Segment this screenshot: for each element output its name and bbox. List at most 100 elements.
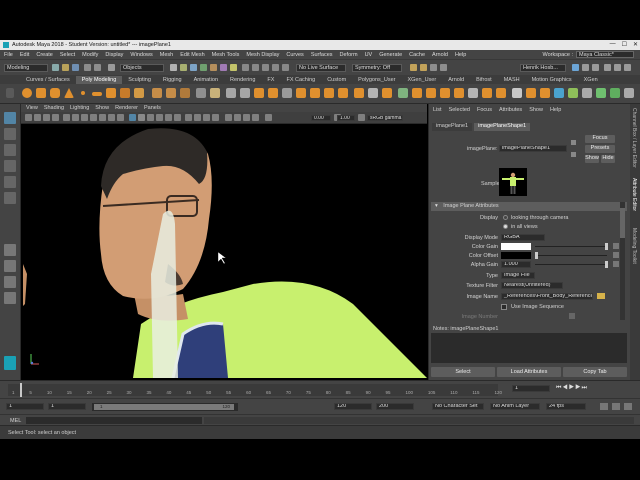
- render-settings-icon[interactable]: [430, 64, 437, 71]
- viewport-persp[interactable]: [23, 124, 427, 378]
- shelf-extra-icon[interactable]: [624, 88, 634, 98]
- shelf-tab-polygons-user[interactable]: Polygons_User: [352, 76, 401, 84]
- redo-icon[interactable]: [94, 64, 101, 71]
- ae-menu-focus[interactable]: Focus: [477, 107, 492, 115]
- snap-grid-icon[interactable]: [242, 64, 249, 71]
- menu-arnold[interactable]: Arnold: [432, 52, 448, 58]
- menu-help[interactable]: Help: [455, 52, 466, 58]
- bevel-icon[interactable]: [254, 88, 264, 98]
- move-tool-icon[interactable]: [4, 160, 16, 172]
- viewport-menu-renderer[interactable]: Renderer: [115, 105, 138, 111]
- color-offset-swatch[interactable]: [501, 252, 531, 259]
- user-account-dropdown[interactable]: Henrik Hosb...: [520, 64, 566, 72]
- modeling-toolkit-icon[interactable]: [582, 64, 589, 71]
- persp-outliner-layout-icon[interactable]: [4, 276, 16, 288]
- shelf-tab-custom[interactable]: Custom: [321, 76, 352, 84]
- boolean-icon[interactable]: [196, 88, 206, 98]
- poly-cube-icon[interactable]: [36, 88, 46, 98]
- time-slider[interactable]: 1 5 10 15 20 25 30 35 40 45 50 55 60 65 …: [0, 380, 640, 398]
- safe-action-icon[interactable]: [108, 114, 115, 121]
- shelf-tab-xgen-user[interactable]: XGen_User: [401, 76, 442, 84]
- scale-tool-icon[interactable]: [4, 192, 16, 204]
- ae-scrollbar-thumb[interactable]: [620, 208, 625, 238]
- ae-menu-show[interactable]: Show: [529, 107, 543, 115]
- select-rendering-icon[interactable]: [230, 64, 237, 71]
- shelf-tab-rendering[interactable]: Rendering: [224, 76, 261, 84]
- wireframe-shading-icon[interactable]: [129, 114, 136, 121]
- select-by-hierarchy-icon[interactable]: [108, 64, 115, 71]
- smooth-shade-icon[interactable]: [568, 88, 578, 98]
- color-offset-map-icon[interactable]: [613, 252, 619, 258]
- ae-tab-imageplaneshape1[interactable]: imagePlaneShape1: [474, 123, 531, 131]
- bridge-icon[interactable]: [240, 88, 250, 98]
- safe-title-icon[interactable]: [117, 114, 124, 121]
- show-button[interactable]: Show: [585, 155, 599, 163]
- shelf-tab-bifrost[interactable]: Bifrost: [470, 76, 498, 84]
- color-management-icon[interactable]: [358, 114, 365, 121]
- ipr-render-icon[interactable]: [420, 64, 427, 71]
- menu-mesh-display[interactable]: Mesh Display: [246, 52, 279, 58]
- menuset-dropdown[interactable]: Modeling: [4, 64, 48, 72]
- sew-uv-icon[interactable]: [496, 88, 506, 98]
- shelf-tab-rigging[interactable]: Rigging: [157, 76, 188, 84]
- channel-box-tab[interactable]: Channel Box / Layer Editor: [631, 108, 637, 168]
- rotate-tool-icon[interactable]: [4, 176, 16, 188]
- go-to-input-icon[interactable]: [571, 140, 576, 145]
- persp-graph-layout-icon[interactable]: [4, 292, 16, 304]
- poly-disc-icon[interactable]: [106, 88, 116, 98]
- select-joints-icon[interactable]: [180, 64, 187, 71]
- alpha-gain-map-icon[interactable]: [613, 261, 619, 267]
- append-to-poly-icon[interactable]: [268, 88, 278, 98]
- save-scene-icon[interactable]: [72, 64, 79, 71]
- loop-icon[interactable]: [612, 403, 620, 410]
- make-live-icon[interactable]: [282, 64, 289, 71]
- mel-input[interactable]: [26, 417, 202, 424]
- xray-joints-icon[interactable]: [243, 114, 250, 121]
- color-gain-slider[interactable]: [535, 246, 607, 247]
- separate-icon[interactable]: [166, 88, 176, 98]
- menu-mesh-tools[interactable]: Mesh Tools: [212, 52, 240, 58]
- playback-end-field[interactable]: 120: [334, 403, 372, 410]
- live-surface-field[interactable]: No Live Surface: [296, 64, 346, 72]
- use-image-sequence-checkbox[interactable]: [501, 304, 507, 310]
- snap-point-icon[interactable]: [262, 64, 269, 71]
- character-set-dropdown[interactable]: No Character Set: [432, 403, 484, 410]
- viewport-menu-lighting[interactable]: Lighting: [70, 105, 89, 111]
- viewport-menu-view[interactable]: View: [26, 105, 38, 111]
- poly-cylinder-icon[interactable]: [50, 88, 60, 98]
- range-slider[interactable]: 1 120: [92, 403, 238, 411]
- ae-tab-imageplane1[interactable]: imagePlane1: [432, 123, 473, 131]
- color-offset-slider-handle[interactable]: [535, 252, 538, 259]
- anti-aliasing-icon[interactable]: [203, 114, 210, 121]
- multi-cut-icon[interactable]: [296, 88, 306, 98]
- quad-draw-icon[interactable]: [338, 88, 348, 98]
- shadows-icon[interactable]: [174, 114, 181, 121]
- single-perspective-layout-icon[interactable]: [4, 244, 16, 256]
- isolate-icon[interactable]: [225, 114, 232, 121]
- load-attributes-button[interactable]: Load Attributes: [497, 367, 561, 377]
- display-all-views-radio[interactable]: [503, 224, 508, 229]
- color-gain-slider-handle[interactable]: [605, 243, 608, 250]
- shelf-tab-sculpting[interactable]: Sculpting: [122, 76, 157, 84]
- hypershade-icon[interactable]: [440, 64, 447, 71]
- select-curves-icon[interactable]: [190, 64, 197, 71]
- go-to-output-icon[interactable]: [571, 152, 576, 157]
- sign-in-icon[interactable]: [572, 64, 579, 71]
- image-plane-attributes-header[interactable]: ▾ Image Plane Attributes: [431, 202, 627, 211]
- center-pivot-icon[interactable]: [354, 88, 364, 98]
- bookmarks-icon[interactable]: [43, 114, 50, 121]
- poly-sphere-icon[interactable]: [22, 88, 32, 98]
- film-gate-icon[interactable]: [72, 114, 79, 121]
- attribute-editor-tab[interactable]: Attribute Editor: [631, 178, 637, 211]
- browse-folder-icon[interactable]: [597, 293, 605, 299]
- menu-generate[interactable]: Generate: [379, 52, 402, 58]
- shelf-tab-curves-surfaces[interactable]: Curves / Surfaces: [20, 76, 76, 84]
- menu-windows[interactable]: Windows: [130, 52, 152, 58]
- channel-box-toggle-icon[interactable]: [624, 64, 631, 71]
- fps-dropdown[interactable]: 24 fps: [546, 403, 586, 410]
- unfold-icon[interactable]: [454, 88, 464, 98]
- display-looking-through-radio[interactable]: [503, 215, 508, 220]
- playback-start-field[interactable]: 1: [48, 403, 86, 410]
- undo-icon[interactable]: [84, 64, 91, 71]
- snap-curve-icon[interactable]: [252, 64, 259, 71]
